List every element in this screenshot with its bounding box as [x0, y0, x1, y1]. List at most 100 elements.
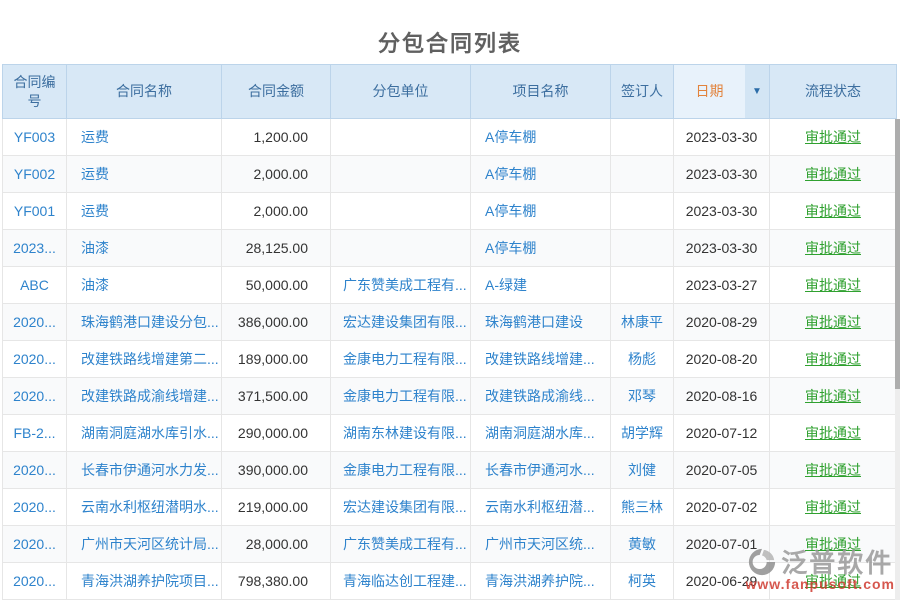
sign-date: 2023-03-27	[674, 267, 770, 304]
column-header-contract-code[interactable]: 合同编号	[3, 65, 67, 119]
status-link[interactable]: 审批通过	[805, 277, 861, 293]
status-link[interactable]: 审批通过	[805, 314, 861, 330]
project-cell: 珠海鹤港口建设	[471, 304, 611, 341]
scrollbar-thumb[interactable]	[895, 119, 900, 389]
project-name: A-绿建	[485, 277, 527, 293]
vertical-scrollbar[interactable]	[895, 119, 900, 600]
contract-code-link[interactable]: ABC	[20, 277, 49, 293]
contract-code-link[interactable]: 2020...	[13, 462, 56, 478]
subunit-name: 金康电力工程有限...	[343, 388, 467, 404]
contract-code-link[interactable]: FB-2...	[13, 425, 55, 441]
column-header-date[interactable]: 日期 ▼	[674, 65, 770, 119]
project-cell: 青海洪湖养护院...	[471, 563, 611, 600]
contract-code-link[interactable]: 2020...	[13, 351, 56, 367]
contract-code-link[interactable]: 2020...	[13, 536, 56, 552]
contract-name-link[interactable]: 运费	[81, 129, 109, 145]
column-header-contract-name[interactable]: 合同名称	[67, 65, 222, 119]
contract-name-cell: 湖南洞庭湖水库引水...	[67, 415, 222, 452]
contract-name-cell: 运费	[67, 193, 222, 230]
contract-amount: 290,000.00	[222, 415, 331, 452]
contract-code-link[interactable]: 2020...	[13, 314, 56, 330]
sign-date: 2023-03-30	[674, 230, 770, 267]
contract-name-cell: 油漆	[67, 267, 222, 304]
project-cell: A停车棚	[471, 156, 611, 193]
subunit-name: 广东赞美成工程有...	[343, 277, 467, 293]
contract-name-link[interactable]: 油漆	[81, 277, 109, 293]
project-cell: 云南水利枢纽潜...	[471, 489, 611, 526]
project-name: A停车棚	[485, 129, 536, 145]
project-cell: A停车棚	[471, 193, 611, 230]
contract-code-link[interactable]: YF001	[14, 203, 55, 219]
contract-name-link[interactable]: 改建铁路成渝线增建...	[81, 388, 219, 404]
subunit-name: 金康电力工程有限...	[343, 462, 467, 478]
contract-name-cell: 青海洪湖养护院项目...	[67, 563, 222, 600]
contract-name-link[interactable]: 改建铁路线增建第二...	[81, 351, 219, 367]
contract-code-cell: 2020...	[3, 489, 67, 526]
contract-amount: 371,500.00	[222, 378, 331, 415]
contract-name-link[interactable]: 运费	[81, 166, 109, 182]
contract-code-link[interactable]: 2020...	[13, 499, 56, 515]
column-label: 流程状态	[805, 83, 861, 99]
table-row: 2020... 青海洪湖养护院项目... 798,380.00 青海临达创工程建…	[3, 563, 897, 600]
sign-date: 2020-08-20	[674, 341, 770, 378]
status-link[interactable]: 审批通过	[805, 203, 861, 219]
status-link[interactable]: 审批通过	[805, 499, 861, 515]
signer-cell: 胡学辉	[611, 415, 674, 452]
status-link[interactable]: 审批通过	[805, 573, 861, 589]
subunit-cell: 金康电力工程有限...	[331, 378, 471, 415]
contract-name-link[interactable]: 油漆	[81, 240, 109, 256]
contract-amount: 1,200.00	[222, 119, 331, 156]
contract-name-cell: 珠海鹤港口建设分包...	[67, 304, 222, 341]
contract-code-cell: 2020...	[3, 452, 67, 489]
signer-cell	[611, 230, 674, 267]
subunit-cell: 宏达建设集团有限...	[331, 489, 471, 526]
contract-name-cell: 广州市天河区统计局...	[67, 526, 222, 563]
signer-name: 柯英	[628, 573, 656, 589]
sign-date: 2020-08-29	[674, 304, 770, 341]
contract-code-cell: 2020...	[3, 563, 67, 600]
status-link[interactable]: 审批通过	[805, 129, 861, 145]
subunit-cell: 广东赞美成工程有...	[331, 267, 471, 304]
sign-date: 2023-03-30	[674, 156, 770, 193]
project-name: 改建铁路线增建...	[485, 351, 595, 367]
subunit-cell: 金康电力工程有限...	[331, 341, 471, 378]
contract-code-link[interactable]: 2020...	[13, 573, 56, 589]
contract-amount: 798,380.00	[222, 563, 331, 600]
contract-name-link[interactable]: 云南水利枢纽潜明水...	[81, 499, 219, 515]
contract-code-link[interactable]: 2020...	[13, 388, 56, 404]
table-header-row: 合同编号 合同名称 合同金额 分包单位 项目名称 签订人 日期 ▼ 流程状态	[3, 65, 897, 119]
contract-name-link[interactable]: 珠海鹤港口建设分包...	[81, 314, 219, 330]
caret-down-icon[interactable]: ▼	[745, 65, 769, 118]
status-cell: 审批通过	[770, 415, 897, 452]
subunit-name: 广东赞美成工程有...	[343, 536, 467, 552]
contract-code-link[interactable]: 2023...	[13, 240, 56, 256]
contract-name-link[interactable]: 湖南洞庭湖水库引水...	[81, 425, 219, 441]
contract-code-link[interactable]: YF003	[14, 129, 55, 145]
project-cell: 湖南洞庭湖水库...	[471, 415, 611, 452]
signer-cell: 柯英	[611, 563, 674, 600]
status-link[interactable]: 审批通过	[805, 166, 861, 182]
status-link[interactable]: 审批通过	[805, 388, 861, 404]
signer-name: 邓琴	[628, 388, 656, 404]
signer-cell: 刘健	[611, 452, 674, 489]
contract-name-link[interactable]: 运费	[81, 203, 109, 219]
contract-name-link[interactable]: 青海洪湖养护院项目...	[81, 573, 219, 589]
status-link[interactable]: 审批通过	[805, 462, 861, 478]
column-header-status[interactable]: 流程状态	[770, 65, 897, 119]
contract-name-link[interactable]: 广州市天河区统计局...	[81, 536, 219, 552]
column-header-signer[interactable]: 签订人	[611, 65, 674, 119]
column-header-contract-amount[interactable]: 合同金额	[222, 65, 331, 119]
status-link[interactable]: 审批通过	[805, 425, 861, 441]
contract-name-link[interactable]: 长春市伊通河水力发...	[81, 462, 219, 478]
column-header-project[interactable]: 项目名称	[471, 65, 611, 119]
status-link[interactable]: 审批通过	[805, 351, 861, 367]
status-link[interactable]: 审批通过	[805, 240, 861, 256]
contract-name-cell: 运费	[67, 156, 222, 193]
contract-code-link[interactable]: YF002	[14, 166, 55, 182]
sign-date: 2020-07-01	[674, 526, 770, 563]
subunit-cell: 青海临达创工程建...	[331, 563, 471, 600]
sign-date: 2020-07-05	[674, 452, 770, 489]
status-link[interactable]: 审批通过	[805, 536, 861, 552]
column-header-subunit[interactable]: 分包单位	[331, 65, 471, 119]
project-name: A停车棚	[485, 240, 536, 256]
